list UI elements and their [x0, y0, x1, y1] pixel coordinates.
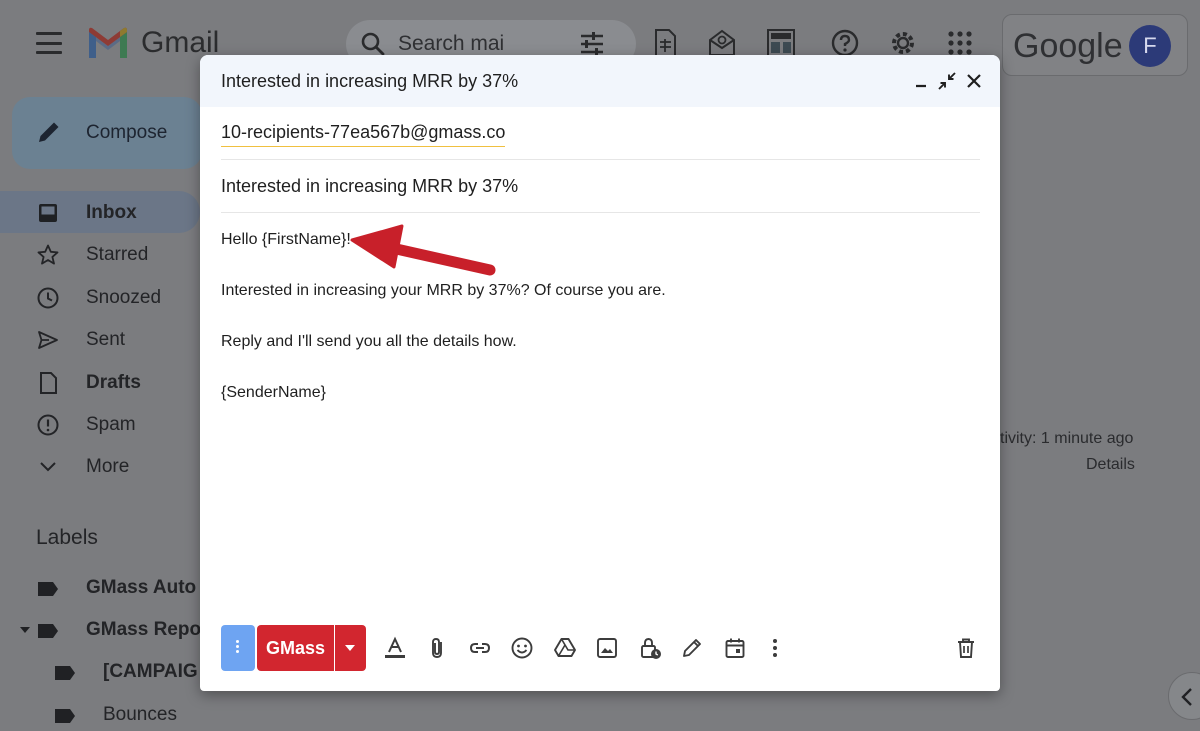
annotation-arrow-icon	[350, 224, 496, 276]
